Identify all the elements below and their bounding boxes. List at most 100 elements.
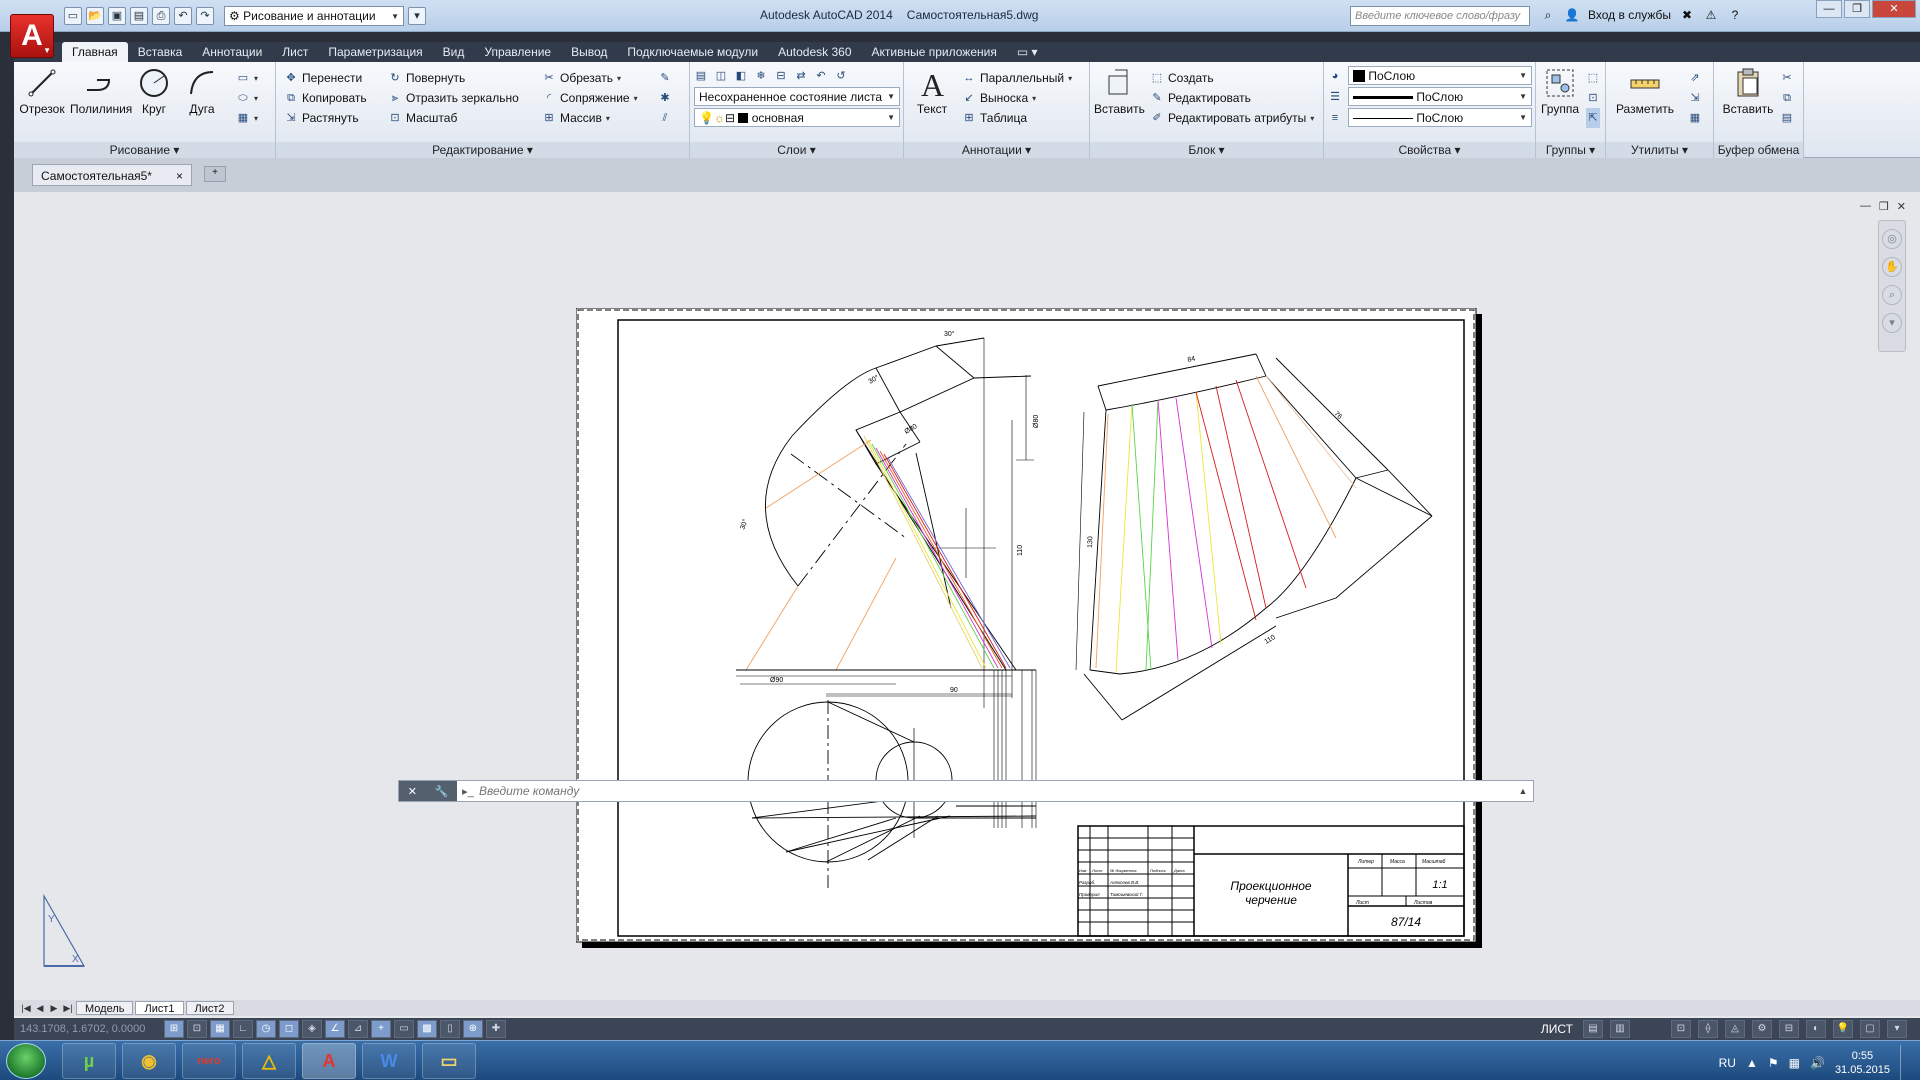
workspace-switch-icon[interactable]: ⚙: [1752, 1020, 1772, 1038]
language-indicator[interactable]: RU: [1719, 1056, 1736, 1070]
network-icon[interactable]: ▦: [1789, 1056, 1800, 1070]
erase-button[interactable]: ✎: [658, 68, 672, 88]
dyn-icon[interactable]: +: [371, 1020, 391, 1038]
zoom-icon[interactable]: ⌕: [1882, 285, 1902, 305]
stay-connected-icon[interactable]: ⚠: [1703, 7, 1719, 23]
leader-button[interactable]: ↙ Выноска ▾: [962, 88, 1036, 108]
annotation-visibility-icon[interactable]: ◬: [1725, 1020, 1745, 1038]
layer-off-icon[interactable]: ◫: [714, 69, 728, 83]
ribbon-toggle-icon[interactable]: ▭ ▾: [1007, 42, 1048, 62]
group-select-icon[interactable]: ⇱: [1586, 108, 1600, 128]
fillet-button[interactable]: ◜ Сопряжение ▾: [542, 88, 638, 108]
quick-select-icon[interactable]: ⇗: [1688, 68, 1702, 88]
snap-mode-icon[interactable]: ⊡: [187, 1020, 207, 1038]
command-history-icon[interactable]: ▲: [1513, 786, 1533, 796]
calculator-icon[interactable]: ▦: [1688, 108, 1702, 128]
next-layout-icon[interactable]: ▶: [48, 1003, 60, 1014]
ellipse-button[interactable]: ⬭ ▾: [236, 88, 258, 108]
autocad-taskbar-icon[interactable]: A: [302, 1043, 356, 1079]
open-file-icon[interactable]: 📂: [86, 7, 104, 25]
array-button[interactable]: ⊞ Массив ▾: [542, 108, 610, 128]
grid-icon[interactable]: ▦: [210, 1020, 230, 1038]
mirror-button[interactable]: ⫸ Отразить зеркально: [388, 88, 519, 108]
infer-constraints-icon[interactable]: ⊞: [164, 1020, 184, 1038]
panel-title-modify[interactable]: Редактирование ▾: [276, 142, 689, 158]
command-input[interactable]: [479, 784, 1513, 798]
volume-icon[interactable]: 🔊: [1810, 1056, 1825, 1070]
pan-icon[interactable]: ✋: [1882, 257, 1902, 277]
customize-qat-icon[interactable]: ▾: [408, 7, 426, 25]
table-button[interactable]: ⊞ Таблица: [962, 108, 1027, 128]
steering-wheel-icon[interactable]: ◎: [1882, 229, 1902, 249]
binoculars-icon[interactable]: ⌕: [1540, 7, 1556, 23]
tab-view[interactable]: Вид: [433, 42, 475, 62]
linetype-select[interactable]: ПоСлою ▼: [1348, 108, 1532, 127]
redo-icon[interactable]: ↷: [196, 7, 214, 25]
search-input[interactable]: Введите ключевое слово/фразу: [1350, 6, 1530, 26]
ducs-icon[interactable]: ⊿: [348, 1020, 368, 1038]
new-tab-button[interactable]: +: [204, 166, 226, 182]
panel-title-annotation[interactable]: Аннотации ▾: [904, 142, 1089, 158]
signin-link[interactable]: Вход в службы: [1588, 8, 1671, 22]
explode-button[interactable]: ✱: [658, 88, 672, 108]
lweight-icon[interactable]: ▭: [394, 1020, 414, 1038]
3d-osnap-icon[interactable]: ◈: [302, 1020, 322, 1038]
polyline-button[interactable]: Полилиния: [70, 66, 132, 116]
osnap-icon[interactable]: ◻: [279, 1020, 299, 1038]
layer-state-select[interactable]: Несохраненное состояние листа ▼: [694, 87, 900, 106]
quick-view-drawings-icon[interactable]: ▥: [1610, 1020, 1630, 1038]
layout-tab-sheet1[interactable]: Лист1: [135, 1001, 184, 1015]
layer-properties-icon[interactable]: ▤: [694, 69, 708, 83]
measure-button[interactable]: Разметить: [1612, 66, 1678, 116]
match-properties-icon[interactable]: ◕: [1328, 66, 1342, 86]
ortho-icon[interactable]: ∟: [233, 1020, 253, 1038]
explorer-taskbar-icon[interactable]: ▭: [422, 1043, 476, 1079]
text-button[interactable]: A Текст: [908, 66, 956, 116]
create-block-button[interactable]: ⬚ Создать: [1150, 68, 1214, 88]
tab-manage[interactable]: Управление: [474, 42, 561, 62]
tray-expand-icon[interactable]: ▲: [1746, 1056, 1758, 1070]
layer-isolate-icon[interactable]: ◧: [734, 69, 748, 83]
copy-button[interactable]: ⧉ Копировать: [284, 88, 367, 108]
lock-toolbar-icon[interactable]: ⊟: [1779, 1020, 1799, 1038]
viewport-minimize-icon[interactable]: —: [1860, 200, 1871, 213]
ungroup-icon[interactable]: ⬚: [1586, 68, 1600, 88]
close-icon[interactable]: ✕: [408, 785, 417, 798]
move-button[interactable]: ✥ Перенести: [284, 68, 362, 88]
plot-icon[interactable]: ⎙: [152, 7, 170, 25]
show-desktop-button[interactable]: [1900, 1045, 1910, 1080]
paper-space-toggle[interactable]: ЛИСТ: [1541, 1022, 1573, 1036]
circle-button[interactable]: Круг: [130, 66, 178, 116]
group-button[interactable]: Группа: [1536, 66, 1584, 116]
chrome-taskbar-icon[interactable]: ◉: [122, 1043, 176, 1079]
nero-taskbar-icon[interactable]: nero: [182, 1043, 236, 1079]
arc-button[interactable]: Дуга: [178, 66, 226, 116]
qp-icon[interactable]: ▯: [440, 1020, 460, 1038]
drawing-sheet[interactable]: 30° 30° 30° Ø80 Ø90 Ø80 110 90 84 76 130…: [576, 308, 1482, 948]
clean-screen-icon[interactable]: ▢: [1860, 1020, 1880, 1038]
layer-freeze-icon[interactable]: ❄: [754, 69, 768, 83]
paste-button[interactable]: Вставить: [1720, 66, 1776, 116]
quick-view-layouts-icon[interactable]: ▤: [1583, 1020, 1603, 1038]
tab-parametric[interactable]: Параметризация: [318, 42, 432, 62]
archicad-taskbar-icon[interactable]: △: [242, 1043, 296, 1079]
viewport-close-icon[interactable]: ✕: [1897, 200, 1906, 213]
cut-icon[interactable]: ✂: [1780, 68, 1794, 88]
viewport-restore-icon[interactable]: ❐: [1879, 200, 1889, 213]
start-button[interactable]: [6, 1043, 46, 1079]
panel-title-layers[interactable]: Слои ▾: [690, 142, 903, 158]
close-icon[interactable]: ×: [176, 169, 183, 183]
tab-output[interactable]: Вывод: [561, 42, 617, 62]
first-layout-icon[interactable]: |◀: [20, 1003, 32, 1014]
panel-title-block[interactable]: Блок ▾: [1090, 142, 1323, 158]
hatch-button[interactable]: ▦ ▾: [236, 108, 258, 128]
word-taskbar-icon[interactable]: W: [362, 1043, 416, 1079]
select-all-icon[interactable]: ⇲: [1688, 88, 1702, 108]
hardware-accel-icon[interactable]: ◐: [1806, 1020, 1826, 1038]
rotate-button[interactable]: ↻ Повернуть: [388, 68, 465, 88]
copy-clip-icon[interactable]: ⧉: [1780, 88, 1794, 108]
annotation-scale-icon[interactable]: ⟠: [1698, 1020, 1718, 1038]
edit-attributes-button[interactable]: ✐ Редактировать атрибуты ▾: [1150, 108, 1314, 128]
otrack-icon[interactable]: ∠: [325, 1020, 345, 1038]
maximize-viewport-icon[interactable]: ⊡: [1671, 1020, 1691, 1038]
